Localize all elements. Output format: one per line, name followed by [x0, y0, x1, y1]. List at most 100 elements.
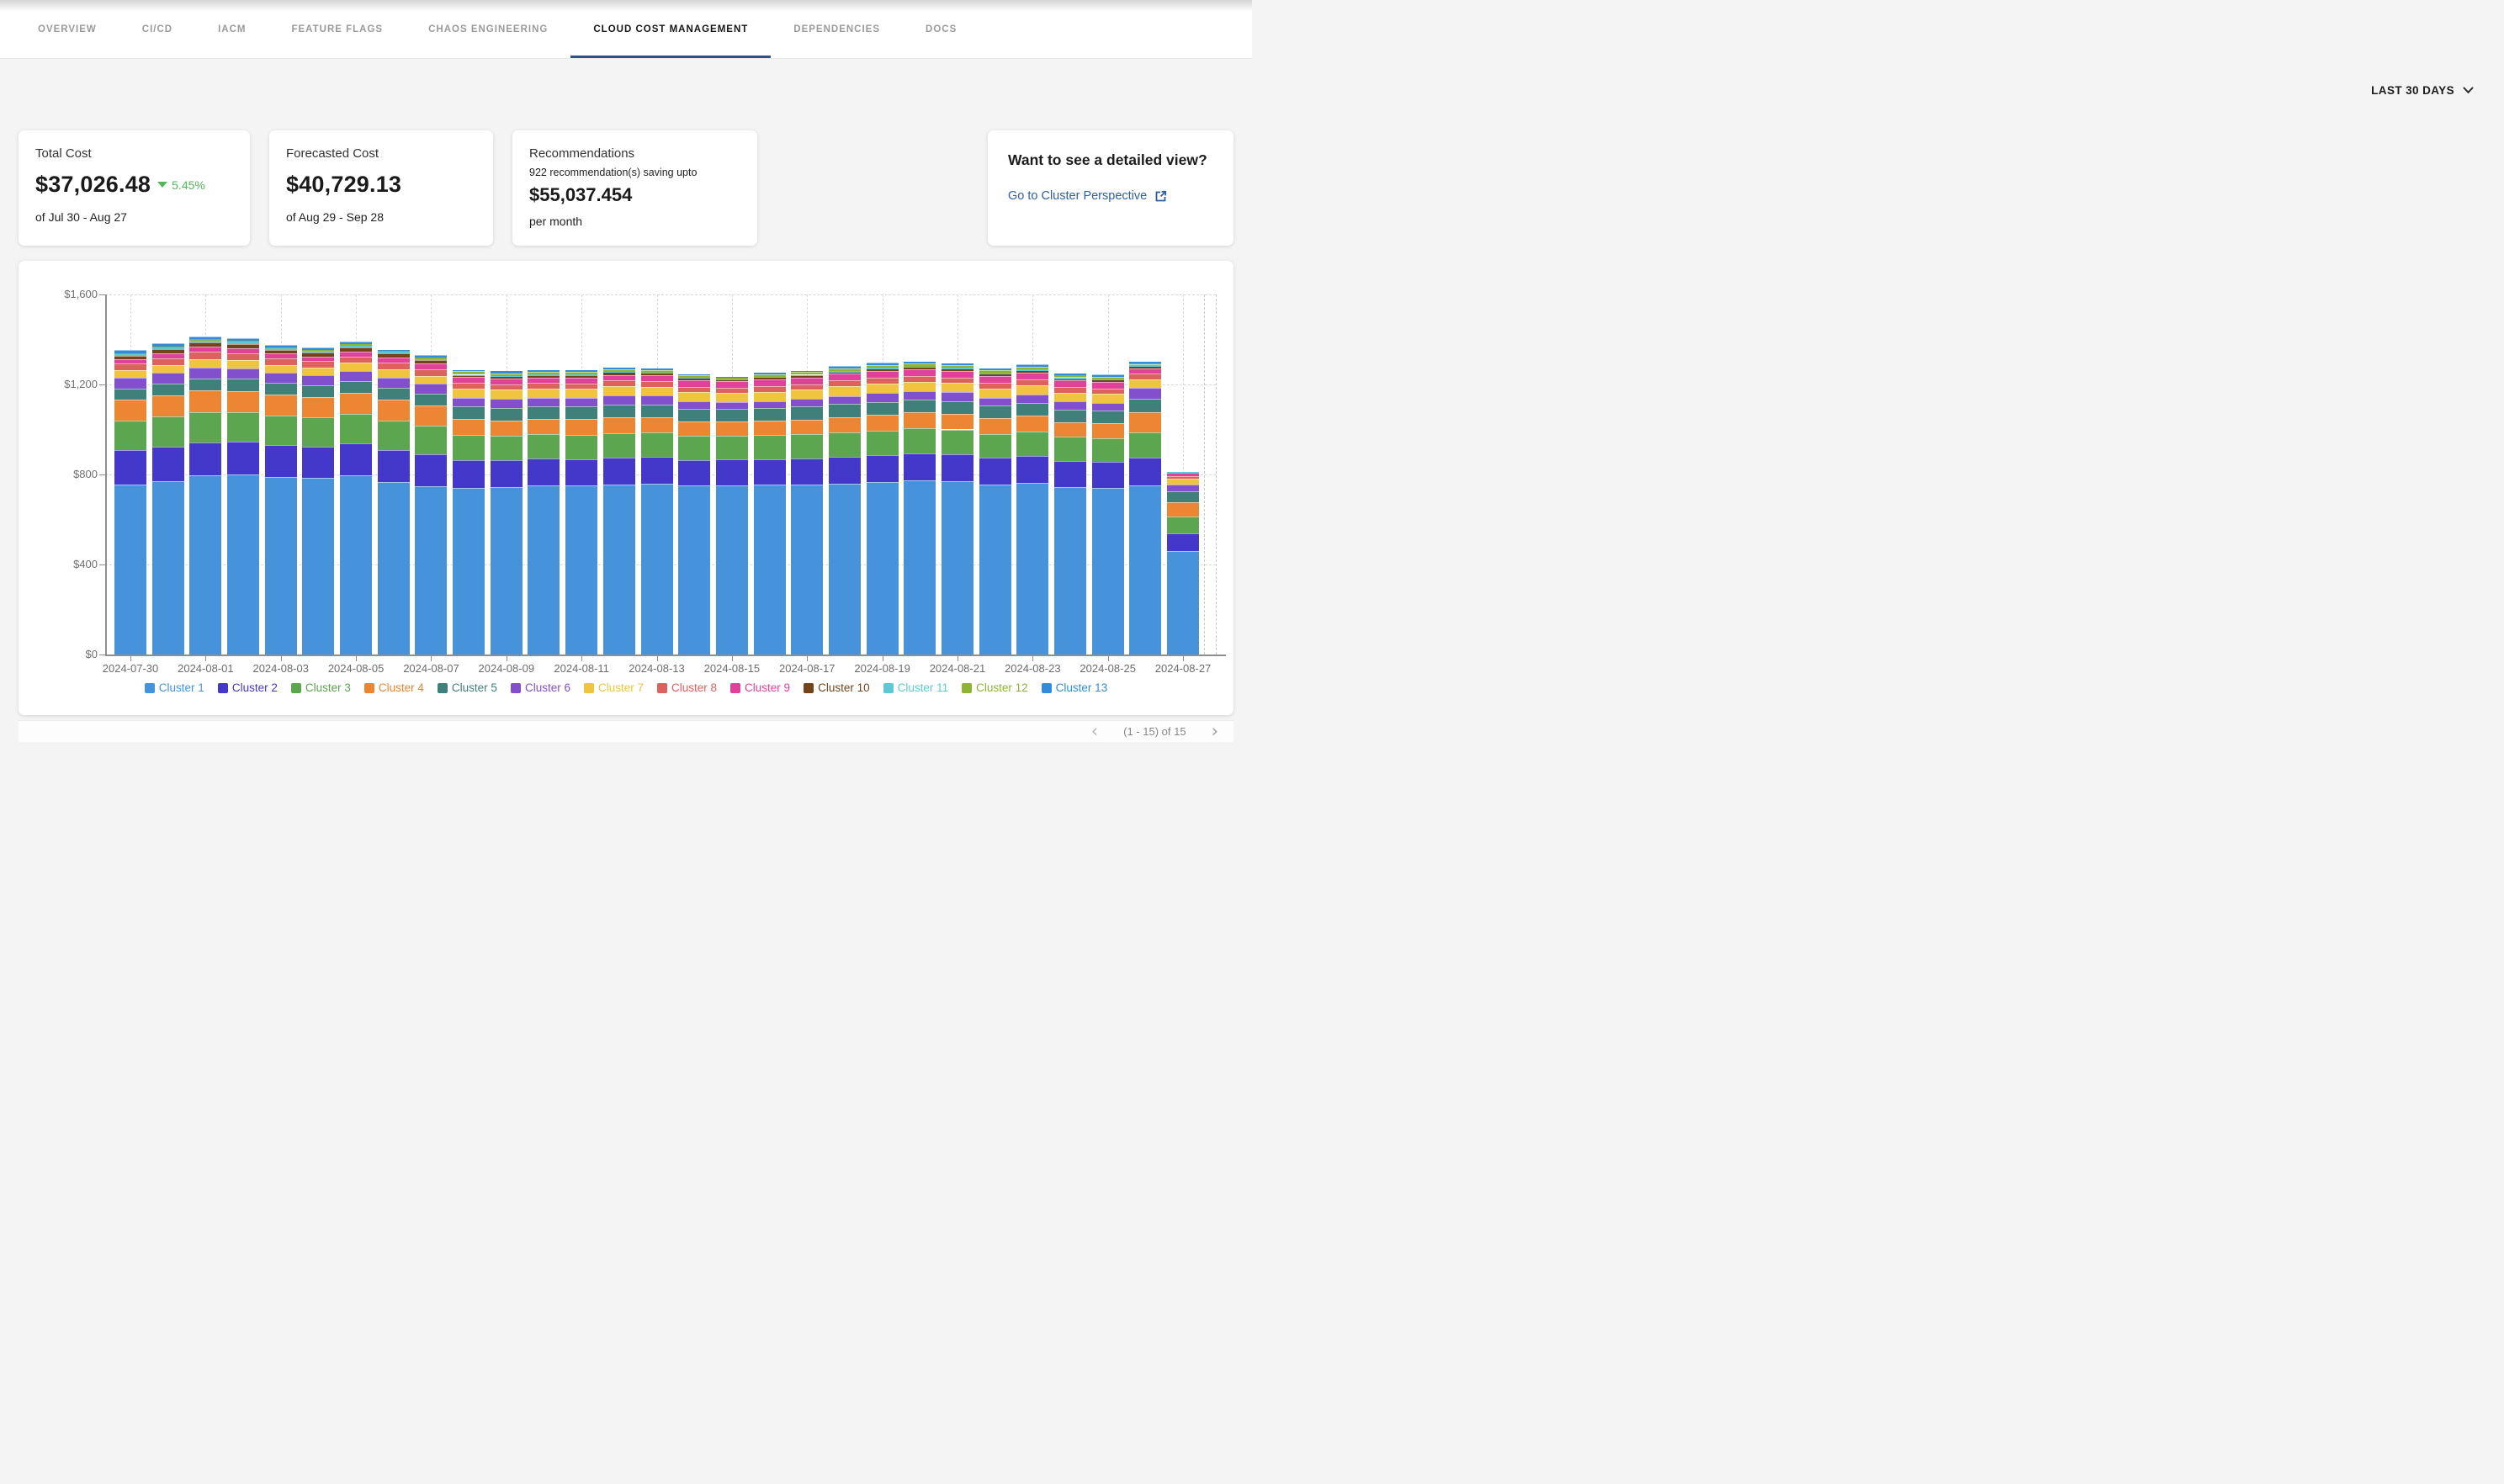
recommendations-label: Recommendations — [529, 146, 740, 161]
legend-item-cluster-12[interactable]: Cluster 12 — [962, 681, 1028, 694]
bar-2024-08-18[interactable] — [829, 366, 861, 655]
bar-2024-08-11[interactable] — [565, 370, 597, 655]
bar-segment-cluster-8 — [453, 383, 485, 389]
bar-segment-cluster-4 — [265, 395, 297, 416]
legend-item-cluster-6[interactable]: Cluster 6 — [511, 681, 570, 694]
legend-label: Cluster 6 — [525, 681, 570, 694]
bar-segment-cluster-10 — [603, 373, 635, 374]
bar-segment-cluster-7 — [415, 376, 447, 384]
bar-segment-cluster-7 — [1167, 479, 1199, 485]
cost-chart-panel: $0$400$800$1,200$1,6002024-07-302024-08-… — [19, 261, 1233, 715]
tab-iacm[interactable]: IACM — [195, 0, 268, 58]
legend-item-cluster-10[interactable]: Cluster 10 — [804, 681, 870, 694]
legend-item-cluster-2[interactable]: Cluster 2 — [218, 681, 278, 694]
bar-2024-08-08[interactable] — [453, 370, 485, 655]
bar-segment-cluster-10 — [716, 380, 748, 381]
bar-2024-08-23[interactable] — [1016, 364, 1048, 655]
bar-segment-cluster-7 — [453, 389, 485, 398]
legend-item-cluster-3[interactable]: Cluster 3 — [291, 681, 351, 694]
bar-segment-cluster-3 — [979, 434, 1011, 458]
bar-2024-08-15[interactable] — [716, 377, 748, 655]
bar-2024-07-31[interactable] — [152, 343, 184, 655]
bar-segment-cluster-6 — [754, 401, 786, 409]
bar-segment-cluster-13 — [754, 373, 786, 374]
legend-item-cluster-11[interactable]: Cluster 11 — [883, 681, 949, 694]
bar-segment-cluster-5 — [867, 402, 899, 416]
bar-segment-cluster-7 — [565, 389, 597, 398]
bar-segment-cluster-12 — [378, 351, 410, 352]
bar-segment-cluster-3 — [340, 414, 372, 443]
bar-2024-08-17[interactable] — [791, 371, 823, 655]
bar-2024-08-10[interactable] — [528, 370, 560, 655]
legend-item-cluster-8[interactable]: Cluster 8 — [657, 681, 717, 694]
bar-segment-cluster-6 — [716, 402, 748, 409]
bar-segment-cluster-9 — [302, 357, 334, 362]
tab-feature-flags[interactable]: FEATURE FLAGS — [268, 0, 406, 58]
bar-2024-08-14[interactable] — [678, 374, 710, 655]
bar-segment-cluster-10 — [265, 350, 297, 354]
legend-item-cluster-5[interactable]: Cluster 5 — [438, 681, 497, 694]
bar-2024-08-19[interactable] — [867, 363, 899, 655]
bar-2024-08-07[interactable] — [415, 355, 447, 655]
bar-segment-cluster-6 — [942, 392, 973, 400]
bar-2024-08-26[interactable] — [1129, 362, 1161, 655]
bar-segment-cluster-4 — [791, 420, 823, 435]
bar-segment-cluster-6 — [1129, 388, 1161, 399]
bar-segment-cluster-5 — [189, 379, 221, 391]
bar-2024-08-13[interactable] — [641, 368, 673, 655]
bar-2024-08-27[interactable] — [1167, 472, 1199, 655]
bar-2024-08-09[interactable] — [491, 371, 523, 655]
bar-segment-cluster-13 — [565, 370, 597, 372]
bar-2024-08-02[interactable] — [227, 338, 259, 655]
bar-2024-08-20[interactable] — [904, 362, 936, 655]
bar-segment-cluster-8 — [716, 388, 748, 393]
bar-segment-cluster-13 — [340, 342, 372, 344]
bar-2024-08-16[interactable] — [754, 373, 786, 655]
bar-segment-cluster-11 — [603, 372, 635, 373]
legend-item-cluster-13[interactable]: Cluster 13 — [1042, 681, 1108, 694]
bar-segment-cluster-4 — [641, 417, 673, 432]
tab-dependencies[interactable]: DEPENDENCIES — [771, 0, 903, 58]
bar-2024-08-04[interactable] — [302, 347, 334, 655]
bar-2024-08-03[interactable] — [265, 345, 297, 655]
bar-segment-cluster-2 — [867, 455, 899, 482]
date-range-dropdown[interactable]: LAST 30 DAYS — [2371, 84, 2474, 97]
bar-2024-08-25[interactable] — [1092, 374, 1124, 655]
bar-segment-cluster-6 — [227, 368, 259, 379]
bar-segment-cluster-7 — [189, 359, 221, 368]
legend-item-cluster-4[interactable]: Cluster 4 — [364, 681, 424, 694]
bar-segment-cluster-1 — [904, 480, 936, 655]
cluster-perspective-link[interactable]: Go to Cluster Perspective — [1008, 189, 1213, 203]
bar-segment-cluster-4 — [1167, 502, 1199, 517]
bar-2024-08-06[interactable] — [378, 350, 410, 655]
bar-2024-08-21[interactable] — [942, 363, 973, 655]
legend-item-cluster-9[interactable]: Cluster 9 — [730, 681, 790, 694]
bar-2024-08-24[interactable] — [1054, 374, 1086, 655]
bar-segment-cluster-13 — [942, 363, 973, 365]
bar-segment-cluster-6 — [867, 393, 899, 401]
bar-segment-cluster-3 — [678, 436, 710, 460]
tab-cloud-cost-management[interactable]: CLOUD COST MANAGEMENT — [570, 0, 771, 58]
legend-item-cluster-7[interactable]: Cluster 7 — [584, 681, 644, 694]
bar-segment-cluster-13 — [302, 347, 334, 350]
chevron-right-icon[interactable]: › — [1212, 723, 1218, 740]
tab-docs[interactable]: DOCS — [903, 0, 979, 58]
bar-segment-cluster-8 — [867, 378, 899, 384]
tab-chaos-engineering[interactable]: CHAOS ENGINEERING — [406, 0, 570, 58]
bar-segment-cluster-4 — [302, 397, 334, 417]
bar-segment-cluster-8 — [1016, 379, 1048, 385]
chevron-left-icon[interactable]: ‹ — [1091, 723, 1098, 740]
bar-2024-07-30[interactable] — [114, 350, 146, 655]
tab-ci-cd[interactable]: CI/CD — [119, 0, 195, 58]
bar-segment-cluster-2 — [1016, 456, 1048, 483]
bar-2024-08-01[interactable] — [189, 337, 221, 655]
bar-segment-cluster-11 — [1092, 379, 1124, 381]
legend-item-cluster-1[interactable]: Cluster 1 — [145, 681, 204, 694]
bar-2024-08-22[interactable] — [979, 368, 1011, 655]
bar-2024-08-05[interactable] — [340, 342, 372, 655]
bar-segment-cluster-6 — [565, 398, 597, 407]
bar-2024-08-12[interactable] — [603, 368, 635, 655]
bar-segment-cluster-3 — [415, 426, 447, 454]
bar-segment-cluster-13 — [152, 343, 184, 347]
tab-overview[interactable]: OVERVIEW — [15, 0, 119, 58]
